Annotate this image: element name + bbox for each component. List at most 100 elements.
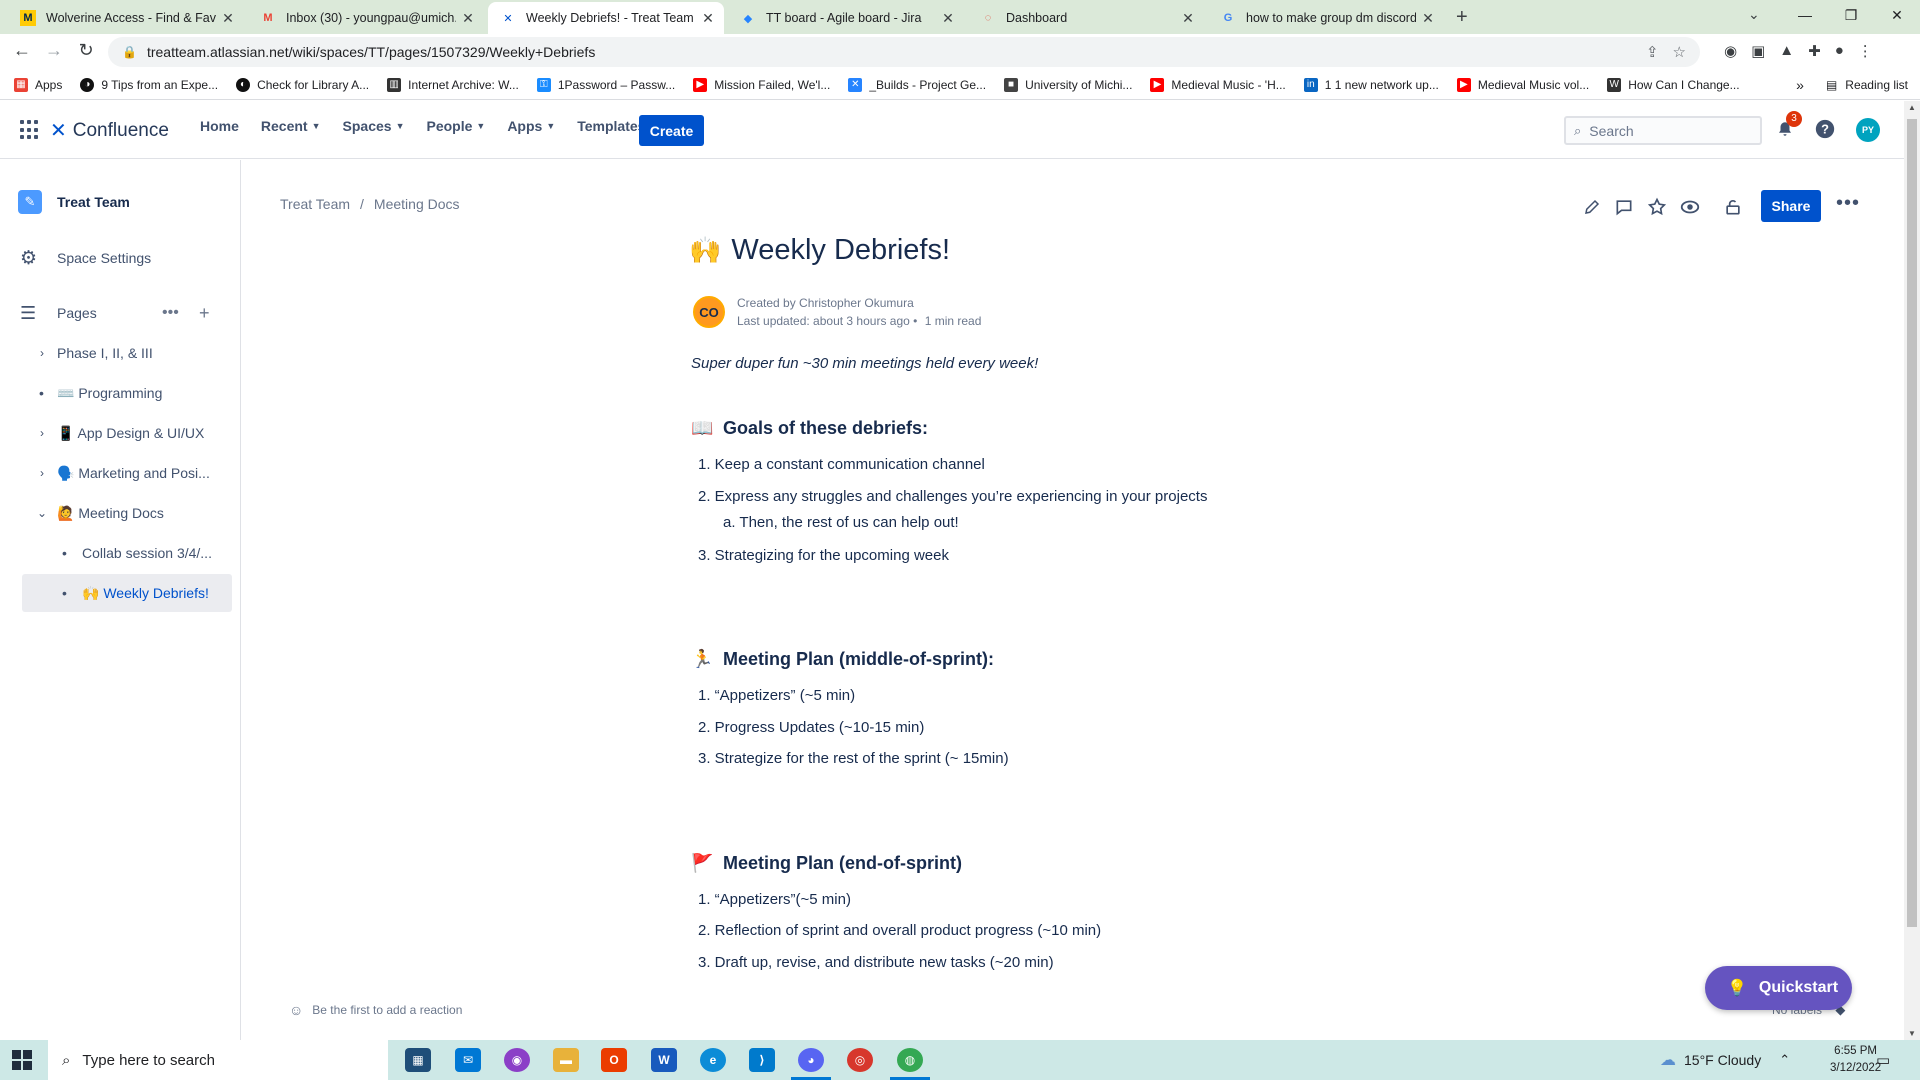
nav-templates[interactable]: Templates (577, 118, 645, 134)
quickstart-button[interactable]: 💡 Quickstart (1705, 966, 1852, 1010)
restore-icon[interactable]: ❐ (1828, 0, 1874, 30)
bookmark-item[interactable]: ⚿ 1Password – Passw... (536, 77, 675, 92)
nav-people[interactable]: People ▼ (426, 118, 485, 134)
tree-item-phases[interactable]: › Phase I, II, & III (0, 335, 240, 371)
bookmark-item[interactable]: ▥ Internet Archive: W... (387, 77, 519, 92)
author-avatar[interactable]: CO (693, 296, 725, 328)
breadcrumb-parent[interactable]: Meeting Docs (374, 196, 460, 212)
chevron-down-icon[interactable]: ⌄ (36, 506, 48, 520)
close-icon[interactable]: ✕ (700, 10, 716, 27)
reading-list-icon[interactable]: ▤ (1826, 78, 1837, 92)
chevron-right-icon[interactable]: › (36, 466, 48, 480)
extensions-puzzle-icon[interactable]: ✚ (1808, 42, 1821, 60)
new-tab-button[interactable]: + (1456, 6, 1468, 29)
tree-item-weekly-debriefs[interactable]: • 🙌 Weekly Debriefs! (0, 575, 240, 611)
close-icon[interactable]: ✕ (220, 10, 236, 27)
bookmark-item[interactable]: ◐ Check for Library A... (236, 77, 369, 92)
more-actions-icon[interactable]: ••• (1836, 192, 1860, 215)
tab-search-chevron-icon[interactable]: ⌄ (1748, 6, 1760, 23)
bookmark-item[interactable]: ▶ Mission Failed, We'l... (693, 77, 830, 92)
weather-text[interactable]: 15°F Cloudy (1684, 1052, 1761, 1068)
close-window-icon[interactable]: ✕ (1874, 0, 1920, 30)
browser-tab-confluence[interactable]: ✕ Weekly Debriefs! - Treat Team - C ✕ (488, 2, 724, 34)
chrome-browser-icon[interactable]: ◍ (897, 1048, 923, 1072)
vscode-app-icon[interactable]: ⟩ (749, 1048, 775, 1072)
share-page-icon[interactable]: ⇪ (1646, 43, 1659, 61)
browser-tab-google-search[interactable]: G how to make group dm discord - ✕ (1208, 2, 1444, 34)
profile-avatar-icon[interactable]: ● (1835, 42, 1844, 60)
nav-recent[interactable]: Recent ▼ (261, 118, 321, 134)
nav-apps[interactable]: Apps ▼ (507, 118, 555, 134)
browser-tab-jira[interactable]: ◆ TT board - Agile board - Jira ✕ (728, 2, 964, 34)
word-app-icon[interactable]: W (651, 1048, 677, 1072)
notification-center-icon[interactable]: ▭ (1876, 1051, 1890, 1069)
create-button[interactable]: Create (639, 115, 704, 146)
browser-tab-wolverine-access[interactable]: M Wolverine Access - Find & Favorit ✕ (8, 2, 244, 34)
bookmark-item[interactable]: in 1 1 new network up... (1303, 77, 1439, 92)
reload-icon[interactable]: ↻ (74, 40, 98, 61)
bookmark-item[interactable]: ▶ Medieval Music vol... (1456, 77, 1589, 92)
scroll-up-arrow-icon[interactable]: ▲ (1904, 103, 1920, 112)
chevron-up-icon[interactable]: ⌃ (1779, 1052, 1790, 1068)
space-settings-link[interactable]: ⚙ Space Settings (0, 240, 240, 276)
user-avatar[interactable]: PY (1856, 118, 1880, 142)
tree-item-programming[interactable]: • ⌨️ Programming (0, 375, 240, 411)
windows-start-icon[interactable] (12, 1050, 32, 1070)
tree-item-app-design[interactable]: › 📱 App Design & UI/UX (0, 415, 240, 451)
obs-app-icon[interactable]: ◉ (504, 1048, 530, 1072)
breadcrumb-space[interactable]: Treat Team (280, 196, 350, 212)
edge-browser-icon[interactable]: e (700, 1048, 726, 1072)
more-actions-icon[interactable]: ••• (162, 304, 179, 322)
url-text[interactable]: treatteam.atlassian.net/wiki/spaces/TT/p… (147, 44, 1646, 60)
watch-eye-icon[interactable] (1679, 196, 1701, 218)
reaction-prompt[interactable]: ☺ Be the first to add a reaction (289, 1002, 462, 1018)
close-icon[interactable]: ✕ (1420, 10, 1436, 27)
office-app-icon[interactable]: O (601, 1048, 627, 1072)
bookmark-star-icon[interactable]: ☆ (1673, 43, 1686, 61)
bookmark-item[interactable]: ■ University of Michi... (1004, 77, 1132, 92)
password-extension-icon[interactable]: ◉ (1724, 42, 1737, 60)
address-bar[interactable]: 🔒 treatteam.atlassian.net/wiki/spaces/TT… (108, 37, 1700, 67)
close-icon[interactable]: ✕ (1180, 10, 1196, 27)
bookmark-item[interactable]: ◑ 9 Tips from an Expe... (80, 77, 218, 92)
browser-tab-gmail[interactable]: M Inbox (30) - youngpau@umich.e ✕ (248, 2, 484, 34)
bookmark-item[interactable]: ✕ _Builds - Project Ge... (848, 77, 986, 92)
app-switcher-grid-icon[interactable] (20, 120, 40, 140)
file-explorer-icon[interactable]: ▬ (553, 1048, 579, 1072)
space-home-link[interactable]: ✎ Treat Team (0, 184, 240, 220)
star-icon[interactable] (1646, 196, 1668, 218)
confluence-logo[interactable]: ✕ Confluence (50, 118, 169, 143)
screen-capture-extension-icon[interactable]: ▣ (1751, 42, 1765, 60)
bookmark-apps[interactable]: ▦ Apps (14, 77, 62, 92)
scrollbar-thumb[interactable] (1907, 119, 1917, 927)
close-icon[interactable]: ✕ (940, 10, 956, 27)
edit-pencil-icon[interactable] (1581, 196, 1603, 218)
bookmark-item[interactable]: ▶ Medieval Music - 'H... (1150, 77, 1286, 92)
pages-section-header[interactable]: ☰ Pages ••• + (0, 295, 240, 331)
mail-app-icon[interactable]: ✉ (455, 1048, 481, 1072)
browser-menu-icon[interactable]: ⋮ (1858, 42, 1873, 60)
back-arrow-icon[interactable]: ← (10, 40, 34, 61)
chevron-right-icon[interactable]: › (36, 346, 48, 360)
store-app-icon[interactable]: ▦ (405, 1048, 431, 1072)
app-icon[interactable]: ◎ (847, 1048, 873, 1072)
discord-app-icon[interactable]: ◕ (798, 1048, 824, 1072)
nav-spaces[interactable]: Spaces ▼ (343, 118, 405, 134)
tree-item-collab-session[interactable]: • Collab session 3/4/... (0, 535, 240, 571)
page-scrollbar[interactable]: ▲ ▼ (1904, 101, 1920, 1040)
more-bookmarks-icon[interactable]: » (1796, 77, 1804, 93)
restrictions-lock-icon[interactable] (1722, 196, 1744, 218)
arrow-extension-icon[interactable]: ▲ (1779, 42, 1794, 60)
help-icon[interactable]: ? (1814, 118, 1836, 140)
chevron-right-icon[interactable]: › (36, 426, 48, 440)
tree-item-meeting-docs[interactable]: ⌄ 🙋 Meeting Docs (0, 495, 240, 531)
nav-home[interactable]: Home (200, 118, 239, 134)
minimize-icon[interactable]: — (1782, 0, 1828, 30)
share-button[interactable]: Share (1761, 190, 1821, 222)
close-icon[interactable]: ✕ (460, 10, 476, 27)
comment-icon[interactable] (1613, 196, 1635, 218)
lock-icon[interactable]: 🔒 (122, 45, 137, 59)
tree-item-marketing[interactable]: › 🗣️ Marketing and Posi... (0, 455, 240, 491)
reading-list-button[interactable]: Reading list (1845, 78, 1908, 92)
scroll-down-arrow-icon[interactable]: ▼ (1904, 1029, 1920, 1038)
